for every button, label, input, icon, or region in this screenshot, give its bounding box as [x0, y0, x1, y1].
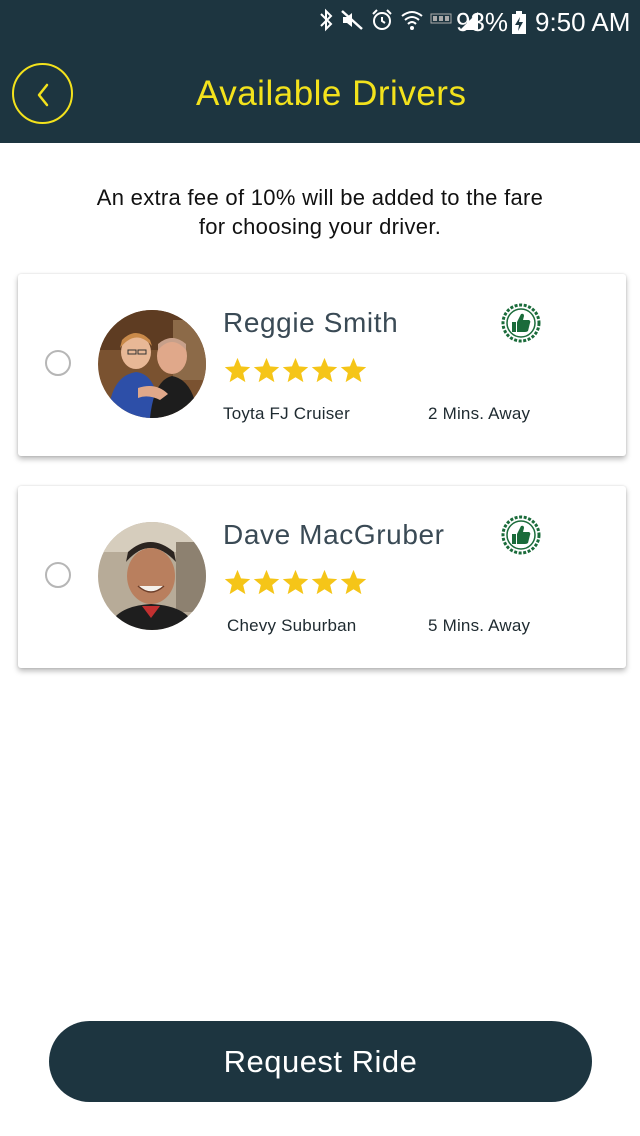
driver-vehicle: Chevy Suburban: [227, 616, 357, 635]
driver-select-radio[interactable]: [45, 350, 71, 376]
driver-avatar: [98, 310, 206, 418]
fee-notice-line-2: for choosing your driver.: [198, 214, 442, 239]
driver-select-radio[interactable]: [45, 562, 71, 588]
thumbs-up-badge-icon: [501, 515, 541, 555]
lte-icon: [430, 13, 452, 24]
star-icon: [311, 569, 338, 595]
battery-percent: 93%: [456, 7, 509, 37]
chevron-left-icon: [37, 83, 49, 107]
back-button[interactable]: [12, 63, 73, 124]
driver-name: Dave MacGruber: [223, 519, 445, 550]
battery-charging-icon: [512, 11, 526, 34]
request-ride-button[interactable]: Request Ride: [49, 1021, 592, 1102]
star-icon: [282, 357, 309, 383]
star-icon: [224, 357, 251, 383]
driver-eta: 2 Mins. Away: [428, 404, 531, 423]
thumbs-up-badge-icon: [501, 303, 541, 343]
driver-avatar: [98, 522, 206, 630]
status-bar: 93% 9:50 AM: [0, 0, 640, 44]
star-icon: [282, 569, 309, 595]
driver-name: Reggie Smith: [223, 307, 399, 338]
driver-card[interactable]: Dave MacGruber Chevy Suburban 5 Mins. Aw…: [18, 486, 626, 668]
clock: 9:50 AM: [535, 7, 631, 37]
star-icon: [340, 357, 367, 383]
driver-vehicle: Toyta FJ Cruiser: [223, 404, 350, 423]
mute-icon: [341, 10, 363, 30]
star-icon: [253, 569, 280, 595]
driver-eta: 5 Mins. Away: [428, 616, 531, 635]
driver-rating: [223, 568, 368, 597]
fee-notice-line-1: An extra fee of 10% will be added to the…: [96, 185, 544, 210]
wifi-icon: [401, 11, 423, 30]
star-icon: [311, 357, 338, 383]
star-icon: [224, 569, 251, 595]
page-title: Available Drivers: [196, 74, 467, 113]
bluetooth-icon: [320, 8, 333, 32]
app-header: 93% 9:50 AM Available Drivers: [0, 0, 640, 143]
alarm-icon: [372, 9, 392, 30]
star-icon: [340, 569, 367, 595]
driver-rating: [223, 356, 368, 385]
fee-notice: An extra fee of 10% will be added to the…: [40, 183, 600, 241]
star-icon: [253, 357, 280, 383]
driver-card[interactable]: Reggie Smith Toyta FJ Cruiser 2 Mins. Aw…: [18, 274, 626, 456]
